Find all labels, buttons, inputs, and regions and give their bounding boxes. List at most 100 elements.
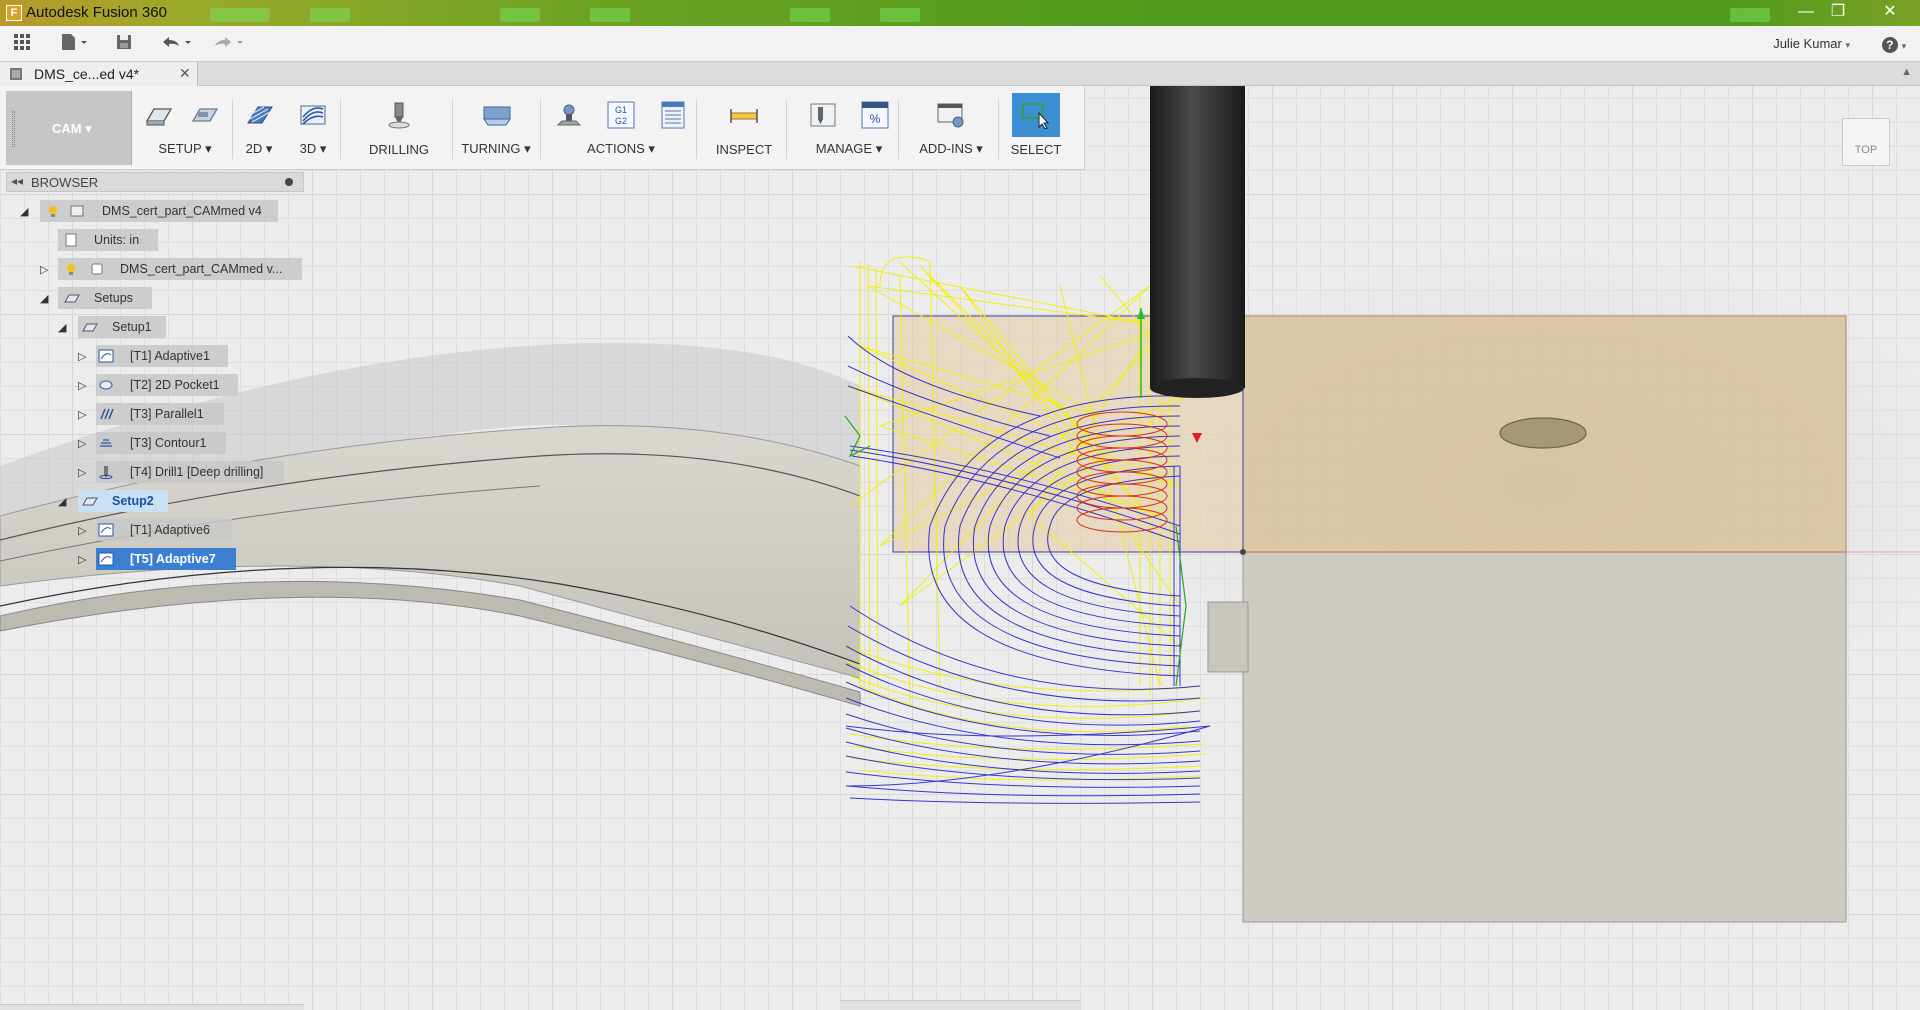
simulate-icon[interactable] [554,101,584,129]
view-cube-face[interactable] [1842,118,1890,166]
tree-node-setups[interactable]: ◢ Setups [6,287,306,309]
2d-group[interactable]: 2D ▾ [232,91,286,165]
tree-node-operation[interactable]: ▷ [T3] Contour1 [6,432,306,454]
tree-node-document-root[interactable]: ◢ DMS_cert_part_CAMmed v4 [6,200,306,222]
help-menu[interactable]: ? ▾ [1876,32,1912,56]
collapse-arrow-icon[interactable]: ◢ [58,321,66,334]
expand-arrow-icon[interactable]: ▷ [40,263,48,276]
tree-node-label: DMS_cert_part_CAMmed v4 [102,204,262,218]
browser-header[interactable]: ◂◂ BROWSER [6,172,304,192]
document-node-icon [70,204,86,218]
toolbar-separator [786,99,787,159]
tree-node-label: [T4] Drill1 [Deep drilling] [130,465,264,479]
percent-icon-glyph: % [870,112,881,126]
tree-node-component[interactable]: ▷ DMS_cert_part_CAMmed v... [6,258,306,280]
expand-arrow-icon[interactable]: ▷ [78,408,86,421]
document-tab-label: DMS_ce...ed v4* [34,66,140,82]
tool-library-icon[interactable] [808,101,838,129]
tree-node-units[interactable]: Units: in [6,229,306,251]
setup-icon [82,320,98,334]
tree-node-label: Setups [94,291,133,305]
expand-arrow-icon[interactable]: ▷ [78,524,86,537]
turning-group-label: TURNING ▾ [461,141,531,156]
workspace-label: CAM ▾ [52,121,92,136]
tree-node-operation[interactable]: ▷ [T4] Drill1 [Deep drilling] [6,461,306,483]
measure-icon[interactable] [729,101,759,129]
tree-node-operation[interactable]: ▷ [T1] Adaptive1 [6,345,306,367]
units-document-icon [64,233,80,247]
tree-node-label: [T2] 2D Pocket1 [130,378,220,392]
close-window-button[interactable]: ✕ [1876,2,1904,24]
select-cursor-icon[interactable] [1021,101,1051,130]
file-menu-icon[interactable] [56,32,92,56]
add-ins-group-label: ADD-INS ▾ [919,141,983,156]
scripts-add-ins-icon[interactable] [936,101,966,129]
user-account-menu[interactable]: Julie Kumar ▾ [1773,36,1850,51]
drill-icon[interactable] [384,101,414,129]
setup-sheet-icon[interactable] [658,101,688,129]
visibility-bulb-icon[interactable] [46,204,62,218]
visibility-bulb-icon[interactable] [64,262,80,276]
data-panel-grid-icon[interactable] [10,32,34,56]
document-tab[interactable]: DMS_ce...ed v4* ✕ [0,62,198,86]
contour-operation-icon [98,436,114,450]
drilling-group[interactable]: DRILLING [346,91,453,165]
view-cube-label: TOP [1854,144,1878,156]
collapse-arrow-icon[interactable]: ◢ [20,205,28,218]
3d-group[interactable]: 3D ▾ [286,91,341,165]
user-caret-icon: ▾ [1845,40,1850,50]
tree-node-operation[interactable]: ▷ [T3] Parallel1 [6,403,306,425]
tree-node-operation-selected[interactable]: ▷ [T5] Adaptive7 [6,548,306,570]
2d-adaptive-icon[interactable] [244,101,274,129]
tree-node-label: Units: in [94,233,140,247]
minimize-button[interactable]: — [1792,2,1820,24]
post-process-icon[interactable]: G1 G2 [606,101,636,129]
tree-node-label: [T1] Adaptive6 [130,523,210,537]
add-ins-group[interactable]: ADD-INS ▾ [904,91,999,165]
collapse-browser-icon[interactable]: ◂◂ [11,174,23,188]
expand-arrow-icon[interactable]: ▷ [78,437,86,450]
browser-title: BROWSER [31,175,99,190]
expand-tabs-chevron-icon[interactable]: ▲ [1901,66,1912,78]
svg-text:G1: G1 [615,105,627,115]
tree-node-label: Setup2 [112,494,154,508]
actions-group-label: ACTIONS ▾ [587,141,655,156]
manage-group[interactable]: % MANAGE ▾ [800,91,899,165]
redo-icon[interactable] [210,32,246,56]
expand-arrow-icon[interactable]: ▷ [78,553,86,566]
new-setup-icon[interactable] [144,101,174,129]
navigation-bar[interactable] [840,1000,1080,1010]
tree-node-setup1[interactable]: ◢ Setup1 [6,316,306,338]
setup-group[interactable]: SETUP ▾ [138,91,233,165]
collapse-arrow-icon[interactable]: ◢ [58,495,66,508]
expand-arrow-icon[interactable]: ▷ [78,379,86,392]
stock-setup-icon[interactable] [190,101,220,129]
toolbar-separator [340,99,341,159]
tree-node-setup2[interactable]: ◢ Setup2 [6,490,306,512]
tree-node-operation[interactable]: ▷ [T2] 2D Pocket1 [6,374,306,396]
select-group[interactable]: SELECT [1008,91,1064,165]
expand-arrow-icon[interactable]: ▷ [78,350,86,363]
select-group-label: SELECT [1010,142,1062,157]
close-tab-icon[interactable]: ✕ [179,65,191,82]
tree-node-label: DMS_cert_part_CAMmed v... [120,262,283,276]
3d-adaptive-icon[interactable] [298,101,328,129]
expand-arrow-icon[interactable]: ▷ [78,466,86,479]
adaptive-operation-icon [98,349,114,363]
inspect-group[interactable]: INSPECT [702,91,787,165]
collapse-arrow-icon[interactable]: ◢ [40,292,48,305]
tree-node-operation[interactable]: ▷ [T1] Adaptive6 [6,519,306,541]
view-cube[interactable]: TOP [1838,110,1894,174]
pocket-operation-icon [98,378,114,392]
browser-pin-icon[interactable] [285,178,293,186]
drilling-group-label: DRILLING [369,142,429,157]
actions-group[interactable]: G1 G2 ACTIONS ▾ [546,91,697,165]
turning-group[interactable]: TURNING ▾ [452,91,541,165]
maximize-button[interactable]: ❐ [1824,2,1852,24]
workspace-switcher[interactable]: CAM ▾ [6,91,132,165]
toolbar-separator [998,99,999,159]
post-library-icon[interactable]: % [860,101,890,129]
turning-icon[interactable] [482,101,512,129]
save-icon[interactable] [112,32,136,56]
undo-icon[interactable] [158,32,194,56]
